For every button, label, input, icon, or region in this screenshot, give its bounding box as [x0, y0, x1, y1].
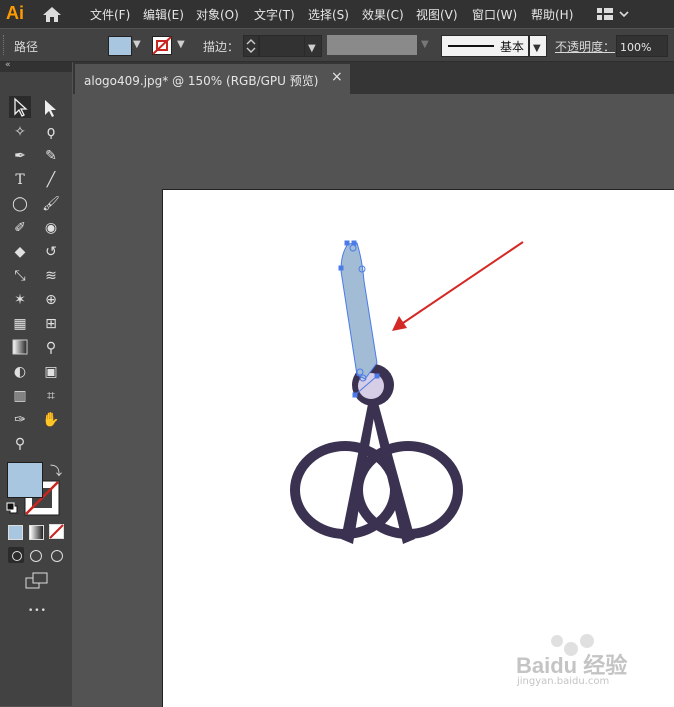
- selection-type-label: 路径: [14, 40, 39, 54]
- shaper-tool-icon[interactable]: ✐: [10, 218, 30, 238]
- artwork[interactable]: [163, 190, 674, 707]
- annotation-arrow-line: [402, 241, 524, 324]
- document-tab-bar: alogo409.jpg* @ 150% (RGB/GPU 预览) ×: [73, 62, 674, 94]
- fill-dropdown-chevron-icon[interactable]: ▼: [133, 39, 141, 50]
- shape-builder-tool-icon[interactable]: ⊕: [41, 290, 61, 310]
- variable-width-profile[interactable]: [327, 35, 417, 55]
- none-mode-button[interactable]: [49, 524, 64, 539]
- direct-selection-tool-icon[interactable]: [40, 97, 60, 117]
- stroke-weight-dropdown[interactable]: ▼: [304, 35, 322, 57]
- stroke-weight-input[interactable]: [259, 35, 305, 57]
- brush-stroke-preview: [448, 45, 494, 47]
- opacity-input[interactable]: 100%: [616, 35, 668, 57]
- perspective-grid-tool-icon[interactable]: ▦: [10, 314, 30, 334]
- menu-help[interactable]: 帮助(H): [531, 6, 573, 23]
- zoom-tool-icon[interactable]: ⚲: [10, 434, 30, 454]
- selection-tool-icon[interactable]: [9, 96, 31, 118]
- column-graph-tool-icon[interactable]: ▥: [10, 386, 30, 406]
- paintbrush-tool-icon[interactable]: 🖌: [41, 194, 61, 214]
- control-bar: 路径 ▼ ▼ 描边： ▼ ▼ 基本 ▼ 不透明度： 100%: [0, 29, 674, 62]
- artboard-tool-icon[interactable]: ⌗: [41, 386, 61, 406]
- screen-mode-icon[interactable]: [25, 572, 49, 590]
- opacity-label[interactable]: 不透明度：: [555, 38, 615, 55]
- symbol-sprayer-tool-icon[interactable]: ▣: [41, 362, 61, 382]
- gradient-mode-button[interactable]: [29, 525, 44, 540]
- stroke-swatch[interactable]: [152, 36, 174, 56]
- rotate-tool-icon[interactable]: ↺: [41, 242, 61, 262]
- lasso-tool-icon[interactable]: ϙ: [41, 122, 61, 142]
- menu-bar: Ai 文件(F) 编辑(E) 对象(O) 文字(T) 选择(S) 效果(C) 视…: [0, 0, 674, 28]
- tools-panel: « ✧ ϙ ✒ ✎ T ╱ ◯ 🖌 ✐ ◉ ◆ ↺ ⤡ ≋ ✶ ⊕ ▦ ⊞ ⚲ …: [0, 60, 72, 706]
- chevron-down-icon: ▼: [308, 43, 316, 54]
- menu-effect[interactable]: 效果(C): [362, 6, 404, 23]
- artboard[interactable]: Baidu 经验 jingyan.baidu.com: [162, 189, 674, 707]
- default-fill-stroke-icon[interactable]: [6, 502, 18, 514]
- workspace-grid-icon: [597, 8, 629, 20]
- stroke-dropdown-chevron-icon[interactable]: ▼: [177, 39, 185, 50]
- panel-grip[interactable]: [3, 35, 7, 55]
- document-tab[interactable]: alogo409.jpg* @ 150% (RGB/GPU 预览) ×: [75, 64, 350, 94]
- curvature-tool-icon[interactable]: ✎: [41, 146, 61, 166]
- brush-dropdown[interactable]: ▼: [529, 35, 547, 57]
- document-tab-title: alogo409.jpg* @ 150% (RGB/GPU 预览): [84, 74, 319, 88]
- blob-brush-tool-icon[interactable]: ◉: [41, 218, 61, 238]
- line-segment-tool-icon[interactable]: ╱: [41, 170, 61, 190]
- menu-window[interactable]: 窗口(W): [472, 6, 517, 23]
- draw-inside-button[interactable]: [51, 550, 63, 562]
- scale-tool-icon[interactable]: ⤡: [10, 266, 30, 286]
- menu-type[interactable]: 文字(T): [254, 6, 295, 23]
- swap-fill-stroke-icon[interactable]: ⤵: [50, 462, 62, 479]
- hand-tool-icon[interactable]: ✋: [41, 410, 61, 430]
- opacity-value: 100%: [620, 41, 652, 54]
- magic-wand-tool-icon[interactable]: ✧: [10, 122, 30, 142]
- width-tool-icon[interactable]: ≋: [41, 266, 61, 286]
- ellipse-tool-icon[interactable]: ◯: [10, 194, 30, 214]
- stepper-arrows-icon: [246, 39, 256, 53]
- draw-normal-icon: [12, 551, 22, 561]
- eyedropper-tool-icon[interactable]: ⚲: [41, 338, 61, 358]
- annotation-arrow-head-icon: [392, 316, 407, 331]
- selected-path-shape[interactable]: [340, 242, 378, 380]
- puppet-warp-tool-icon[interactable]: ✶: [10, 290, 30, 310]
- chevron-down-icon: ▼: [533, 43, 541, 54]
- menu-object[interactable]: 对象(O): [196, 6, 239, 23]
- menu-edit[interactable]: 编辑(E): [143, 6, 184, 23]
- blend-tool-icon[interactable]: ◐: [10, 362, 30, 382]
- menu-view[interactable]: 视图(V): [416, 6, 458, 23]
- type-tool-icon[interactable]: T: [10, 170, 30, 190]
- draw-normal-button[interactable]: [8, 547, 24, 563]
- watermark-url: jingyan.baidu.com: [517, 676, 610, 687]
- profile-chevron-icon[interactable]: ▼: [421, 39, 429, 50]
- pen-tool-icon[interactable]: ✒: [10, 146, 30, 166]
- draw-behind-button[interactable]: [30, 550, 42, 562]
- menu-file[interactable]: 文件(F): [90, 6, 130, 23]
- brush-label: 基本: [500, 40, 525, 54]
- collapse-panel-icon[interactable]: «: [5, 60, 11, 70]
- mesh-tool-icon[interactable]: ⊞: [41, 314, 61, 334]
- slice-tool-icon[interactable]: ✑: [10, 410, 30, 430]
- edit-toolbar-button[interactable]: •••: [28, 606, 47, 616]
- menu-select[interactable]: 选择(S): [308, 6, 349, 23]
- stroke-label[interactable]: 描边：: [203, 38, 239, 55]
- stroke-weight-stepper[interactable]: [243, 35, 259, 57]
- workspace-switcher[interactable]: [596, 5, 630, 27]
- app-logo: Ai: [6, 3, 24, 23]
- home-icon[interactable]: [42, 5, 62, 23]
- brush-definition[interactable]: 基本: [441, 35, 529, 57]
- fill-color-box[interactable]: [7, 462, 43, 498]
- eraser-tool-icon[interactable]: ◆: [10, 242, 30, 262]
- tools-panel-header: «: [0, 60, 72, 72]
- color-mode-button[interactable]: [8, 525, 23, 540]
- gradient-tool-icon[interactable]: [12, 339, 28, 355]
- fill-swatch[interactable]: [108, 36, 132, 56]
- close-tab-icon[interactable]: ×: [331, 69, 343, 85]
